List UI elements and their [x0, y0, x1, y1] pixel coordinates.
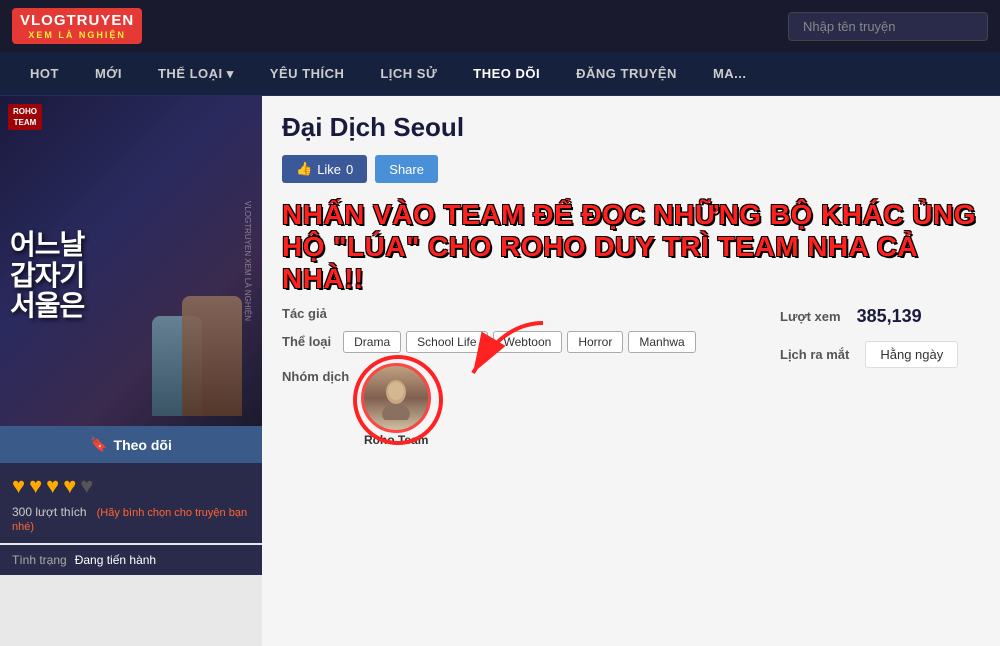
rating-area: ♥ ♥ ♥ ♥ ♥ 300 lượt thích (Hãy bình chọn …: [0, 463, 262, 543]
release-row: Lịch ra mắt Hằng ngày: [780, 341, 980, 368]
status-value: Đang tiến hành: [75, 553, 156, 567]
right-panel: Đại Dịch Seoul 👍 Like 0 Share NHẤN VÀO T…: [262, 96, 1000, 646]
search-input[interactable]: [788, 12, 988, 41]
avatar-icon: [374, 376, 418, 420]
genre-label: Thể loại: [282, 334, 331, 349]
group-label: Nhóm dịch: [282, 369, 349, 384]
heart-1[interactable]: ♥: [12, 473, 25, 499]
nav-item-hot[interactable]: HOT: [12, 52, 77, 96]
thumbs-up-icon: 👍: [296, 161, 312, 177]
views-label: Lượt xem: [780, 309, 841, 324]
like-count: 0: [346, 162, 353, 177]
nav-item-upload[interactable]: ĐĂNG TRUYỆN: [558, 52, 695, 96]
translator-wrap: Roho Team: [361, 363, 431, 447]
group-row: Nhóm dịch: [282, 363, 750, 453]
heart-4[interactable]: ♥: [63, 473, 76, 499]
figure-character-1: [182, 296, 242, 416]
rating-count: 300 lượt thích (Hãy bình chọn cho truyện…: [12, 505, 250, 533]
logo-sub-text: XEM LÀ NGHIỆN: [20, 30, 134, 41]
follow-button-label: Theo dõi: [114, 437, 172, 453]
bookmark-icon: 🔖: [90, 436, 107, 453]
release-label: Lịch ra mắt: [780, 347, 849, 362]
heart-3[interactable]: ♥: [46, 473, 59, 499]
status-area: Tình trạng Đang tiến hành: [0, 545, 262, 575]
arrow-indicator: [453, 313, 563, 403]
left-panel: ROHOTEAM 어느날갑자기서울은 VLOGTRUYEN XEM LÀ NGH…: [0, 96, 262, 646]
nav-item-more[interactable]: MA...: [695, 52, 765, 96]
logo-main-text: VLOGTRUYEN: [20, 12, 134, 30]
release-value: Hằng ngày: [865, 341, 958, 368]
nav-item-new[interactable]: MỚI: [77, 52, 140, 96]
action-buttons: 👍 Like 0 Share: [282, 155, 980, 183]
translator-avatar-inner: [364, 366, 428, 430]
tag-manhwa[interactable]: Manhwa: [628, 331, 695, 353]
nav-item-follow[interactable]: THEO DÕI: [455, 52, 558, 96]
nav-item-genre[interactable]: THỂ LOẠI ▾: [140, 52, 252, 96]
nav-item-favorites[interactable]: YÊU THÍCH: [252, 52, 363, 96]
share-label: Share: [389, 162, 424, 177]
status-row: Tình trạng Đang tiến hành: [12, 553, 250, 567]
status-label: Tình trạng: [12, 553, 67, 567]
info-left: Tác giả Thể loại Drama School Life Webto…: [282, 306, 750, 453]
like-label: Like: [317, 162, 341, 177]
views-count: 385,139: [857, 306, 922, 327]
nav-item-history[interactable]: LỊCH SỬ: [362, 52, 455, 96]
hearts-container: ♥ ♥ ♥ ♥ ♥: [12, 473, 250, 499]
info-right: Lượt xem 385,139 Lịch ra mắt Hằng ngày: [780, 306, 980, 368]
translator-name: Roho Team: [364, 433, 428, 447]
site-logo[interactable]: VLOGTRUYEN XEM LÀ NGHIỆN: [12, 8, 142, 45]
cover-figures: [0, 96, 262, 426]
tag-horror[interactable]: Horror: [567, 331, 623, 353]
promo-text: NHẤN VÀO TEAM ĐỂ ĐỌC NHỮNG BỘ KHÁC ỦNG H…: [282, 199, 980, 296]
watermark: VLOGTRUYEN XEM LÀ NGHIỆN: [243, 201, 252, 321]
manga-cover: ROHOTEAM 어느날갑자기서울은 VLOGTRUYEN XEM LÀ NGH…: [0, 96, 262, 426]
logo-area: VLOGTRUYEN XEM LÀ NGHIỆN: [12, 8, 142, 45]
like-button[interactable]: 👍 Like 0: [282, 155, 367, 183]
heart-5[interactable]: ♥: [80, 473, 93, 499]
follow-button[interactable]: 🔖 Theo dõi: [0, 426, 262, 463]
translator-avatar[interactable]: [361, 363, 431, 433]
views-row: Lượt xem 385,139: [780, 306, 980, 327]
header: VLOGTRUYEN XEM LÀ NGHIỆN: [0, 0, 1000, 52]
heart-2[interactable]: ♥: [29, 473, 42, 499]
promo-overlay: NHẤN VÀO TEAM ĐỂ ĐỌC NHỮNG BỘ KHÁC ỦNG H…: [282, 199, 980, 296]
main-content: ROHOTEAM 어느날갑자기서울은 VLOGTRUYEN XEM LÀ NGH…: [0, 96, 1000, 646]
tag-drama[interactable]: Drama: [343, 331, 401, 353]
manga-title: Đại Dịch Seoul: [282, 112, 980, 143]
share-button[interactable]: Share: [375, 155, 438, 183]
author-label: Tác giả: [282, 306, 327, 321]
main-nav: HOT MỚI THỂ LOẠI ▾ YÊU THÍCH LỊCH SỬ THE…: [0, 52, 1000, 96]
